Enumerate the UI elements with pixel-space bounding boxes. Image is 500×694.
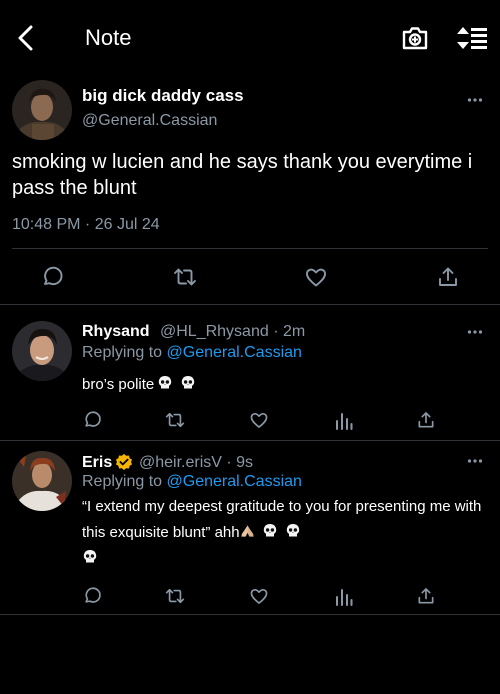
- like-icon[interactable]: [249, 410, 269, 430]
- retweet-icon[interactable]: [164, 586, 186, 606]
- timestamp[interactable]: 10:48 PM · 26 Jul 24: [12, 216, 160, 234]
- reply-icon[interactable]: [82, 410, 102, 430]
- avatar[interactable]: [12, 80, 72, 140]
- avatar[interactable]: [12, 321, 72, 381]
- more-icon[interactable]: [467, 458, 483, 464]
- reply-text: bro’s polite: [82, 372, 492, 398]
- analytics-icon[interactable]: [334, 586, 354, 606]
- divider: [12, 248, 488, 249]
- share-icon[interactable]: [436, 265, 460, 289]
- handle-and-time[interactable]: @HL_Rhysand · 2m: [160, 323, 305, 341]
- reply-text: “I extend my deepest gratitude to you fo…: [82, 494, 484, 572]
- share-icon[interactable]: [416, 586, 436, 606]
- sort-icon[interactable]: [456, 24, 488, 52]
- avatar[interactable]: [12, 451, 72, 511]
- display-name[interactable]: big dick daddy cass: [82, 86, 244, 106]
- replying-prefix: Replying to: [82, 344, 167, 361]
- reply-tweet[interactable]: Rhysand @HL_Rhysand · 2m Replying to @Ge…: [0, 305, 500, 441]
- skull-emoji-icon: [182, 376, 195, 389]
- skull-emoji-icon: [159, 376, 172, 389]
- display-name[interactable]: Rhysand: [82, 323, 150, 341]
- analytics-icon[interactable]: [334, 410, 354, 430]
- skull-emoji-icon: [286, 524, 299, 537]
- like-icon[interactable]: [304, 265, 328, 289]
- back-arrow-icon[interactable]: [14, 24, 38, 52]
- reply-icon[interactable]: [40, 265, 64, 289]
- reply-tweet[interactable]: Eris @heir.erisV · 9s Replying to @Gener…: [0, 441, 500, 615]
- main-tweet: big dick daddy cass @General.Cassian smo…: [0, 76, 500, 305]
- handle[interactable]: @General.Cassian: [82, 112, 217, 130]
- retweet-icon[interactable]: [164, 410, 186, 430]
- page-title: Note: [85, 25, 132, 50]
- more-icon[interactable]: [467, 97, 483, 103]
- display-name[interactable]: Eris: [82, 454, 112, 472]
- verified-badge-icon: [115, 453, 133, 471]
- reply-text-content: “I extend my deepest gratitude to you fo…: [82, 498, 482, 541]
- top-bar: Note: [0, 0, 500, 76]
- like-icon[interactable]: [249, 586, 269, 606]
- folded-hands-emoji-icon: [241, 525, 254, 537]
- replying-prefix: Replying to: [82, 473, 167, 490]
- reply-icon[interactable]: [82, 586, 102, 606]
- mention-link[interactable]: @General.Cassian: [167, 473, 302, 490]
- replying-to: Replying to @General.Cassian: [82, 344, 302, 362]
- camera-add-icon[interactable]: [401, 24, 429, 52]
- handle-and-time[interactable]: @heir.erisV · 9s: [139, 454, 253, 472]
- reply-text-content: bro’s polite: [82, 376, 155, 393]
- tweet-text: smoking w lucien and he says thank you e…: [12, 151, 473, 199]
- skull-emoji-icon: [263, 524, 276, 537]
- replying-to: Replying to @General.Cassian: [82, 473, 302, 491]
- skull-emoji-icon: [83, 550, 97, 563]
- mention-link[interactable]: @General.Cassian: [167, 344, 302, 361]
- more-icon[interactable]: [467, 329, 483, 335]
- share-icon[interactable]: [416, 410, 436, 430]
- retweet-icon[interactable]: [172, 265, 198, 289]
